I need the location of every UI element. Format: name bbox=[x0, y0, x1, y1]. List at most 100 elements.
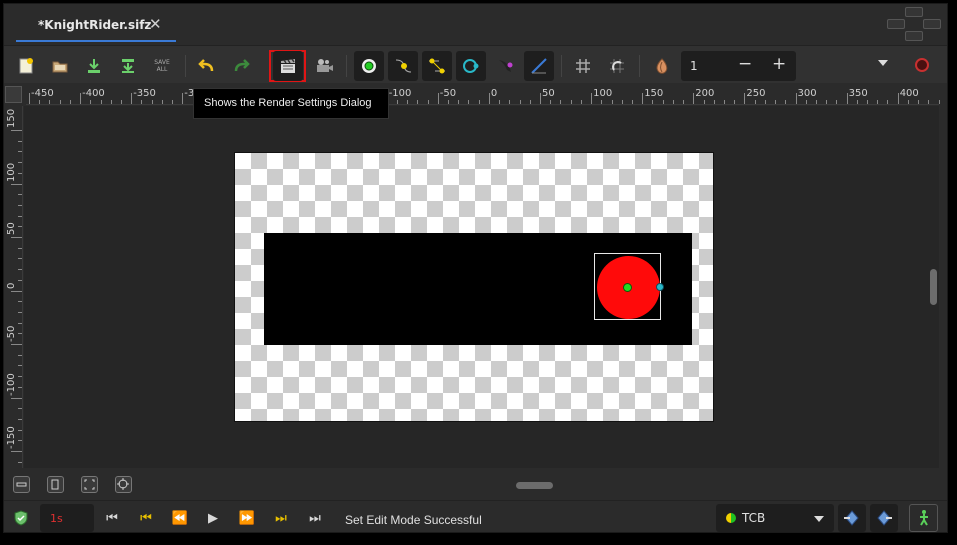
show-radius-handles-button[interactable] bbox=[456, 51, 486, 81]
ruler-minor-tick bbox=[560, 100, 562, 104]
new-file-button[interactable] bbox=[11, 51, 41, 81]
save-icon bbox=[88, 59, 100, 73]
current-time-value[interactable]: 1s bbox=[50, 512, 63, 525]
ruler-minor-tick bbox=[18, 418, 22, 420]
circle-radius-handle[interactable] bbox=[656, 283, 664, 291]
ruler-minor-tick bbox=[672, 100, 674, 104]
current-time-field[interactable]: 1s bbox=[40, 504, 94, 532]
open-file-button[interactable] bbox=[45, 51, 75, 81]
toolbar-separator bbox=[185, 55, 186, 77]
onion-skin-button[interactable] bbox=[647, 51, 677, 81]
seek-prev-frame-button[interactable]: ⏪ bbox=[170, 509, 190, 527]
tangent-handle-icon bbox=[429, 58, 445, 74]
horizontal-scrollbar[interactable] bbox=[516, 482, 553, 489]
ruler-label: 200 bbox=[695, 88, 715, 99]
show-angle-handles-button[interactable] bbox=[524, 51, 554, 81]
save-button[interactable] bbox=[79, 51, 109, 81]
document-tab[interactable]: *KnightRider.sifz ✕ bbox=[16, 10, 176, 42]
undo-icon bbox=[198, 59, 214, 72]
ruler-major-tick bbox=[846, 93, 848, 104]
undo-button[interactable] bbox=[192, 51, 222, 81]
panel-layout-icon[interactable] bbox=[905, 7, 923, 17]
ruler-minor-tick bbox=[601, 100, 603, 104]
show-tangent-handles-button[interactable] bbox=[422, 51, 452, 81]
ruler-label: -50 bbox=[6, 325, 17, 342]
tooltip-text: Shows the Render Settings Dialog bbox=[204, 97, 372, 109]
seek-end-button[interactable]: ⏭ bbox=[305, 509, 325, 527]
interpolation-dropdown[interactable]: TCB bbox=[716, 504, 834, 532]
close-icon[interactable]: ✕ bbox=[149, 15, 162, 33]
ruler-minor-tick bbox=[18, 301, 22, 303]
ruler-label: 150 bbox=[644, 88, 664, 99]
ruler-minor-tick bbox=[938, 100, 940, 104]
panel-layout-icon[interactable] bbox=[887, 19, 905, 29]
ruler-minor-tick bbox=[18, 354, 22, 356]
toggle-snap-button[interactable] bbox=[602, 51, 632, 81]
ruler-major-tick bbox=[540, 93, 541, 104]
record-icon[interactable] bbox=[915, 58, 929, 72]
ruler-major-tick bbox=[744, 93, 746, 104]
zoom-fit-button[interactable] bbox=[81, 476, 98, 493]
save-as-button[interactable] bbox=[113, 51, 143, 81]
increment-button[interactable]: + bbox=[772, 54, 786, 74]
past-keyframes-lock-button[interactable] bbox=[838, 504, 866, 532]
redo-button[interactable] bbox=[226, 51, 256, 81]
zoom-out-button[interactable] bbox=[13, 476, 30, 493]
animation-mode-button[interactable] bbox=[909, 504, 938, 532]
tooltip: Shows the Render Settings Dialog bbox=[193, 88, 389, 119]
grid-icon bbox=[576, 59, 590, 73]
save-all-label: SAVE ALL bbox=[154, 59, 170, 73]
ruler-major-tick bbox=[11, 344, 22, 345]
save-all-button[interactable]: SAVE ALL bbox=[147, 51, 177, 81]
ruler-minor-tick bbox=[683, 100, 685, 104]
ruler-minor-tick bbox=[815, 100, 817, 104]
ruler-minor-tick bbox=[652, 100, 654, 104]
future-keyframes-lock-button[interactable] bbox=[870, 504, 898, 532]
toolbar-overflow-chevron-down-icon[interactable] bbox=[878, 60, 888, 66]
ruler-minor-tick bbox=[407, 100, 409, 104]
preview-button[interactable] bbox=[309, 51, 339, 81]
ruler-minor-tick bbox=[621, 100, 623, 104]
toggle-ducks-shield-icon[interactable] bbox=[13, 510, 29, 530]
show-width-handles-button[interactable] bbox=[490, 51, 520, 81]
zoom-in-icon bbox=[51, 479, 59, 490]
onion-skin-spinbox[interactable]: 1 − + bbox=[681, 51, 796, 81]
seek-next-frame-button[interactable]: ⏩ bbox=[237, 509, 257, 527]
zoom-100-button[interactable] bbox=[115, 476, 132, 493]
ruler-minor-tick bbox=[417, 100, 419, 104]
ruler-minor-tick bbox=[785, 100, 787, 104]
ruler-corner[interactable] bbox=[5, 86, 22, 103]
ruler-minor-tick bbox=[18, 440, 22, 442]
show-vertex-handles-button[interactable] bbox=[388, 51, 418, 81]
canvas-workarea[interactable] bbox=[24, 106, 939, 468]
toggle-grid-button[interactable] bbox=[568, 51, 598, 81]
ruler-minor-tick bbox=[734, 100, 736, 104]
prev-keyframe-icon: ⏮ bbox=[140, 510, 152, 526]
panel-layout-icon[interactable] bbox=[905, 31, 923, 41]
ruler-minor-tick bbox=[18, 194, 22, 196]
circle-origin-handle[interactable] bbox=[623, 283, 632, 292]
seek-next-keyframe-button[interactable]: ⏭ bbox=[271, 509, 291, 527]
panel-layout-icon[interactable] bbox=[923, 19, 941, 29]
decrement-button[interactable]: − bbox=[738, 54, 752, 74]
ruler-minor-tick bbox=[396, 100, 398, 104]
render-settings-button[interactable] bbox=[273, 51, 303, 81]
spinbox-value[interactable]: 1 bbox=[690, 59, 698, 73]
ruler-minor-tick bbox=[120, 100, 122, 104]
ruler-label: -100 bbox=[6, 372, 17, 396]
status-message: Set Edit Mode Successful bbox=[345, 513, 482, 527]
ruler-minor-tick bbox=[90, 100, 92, 104]
canvas-stage[interactable] bbox=[234, 152, 714, 422]
ruler-minor-tick bbox=[570, 100, 572, 104]
ruler-major-tick bbox=[591, 93, 593, 104]
interpolation-tcb-icon bbox=[726, 513, 736, 523]
play-button[interactable]: ▶ bbox=[203, 509, 223, 527]
ruler-major-tick bbox=[693, 93, 695, 104]
vertical-scrollbar[interactable] bbox=[930, 269, 937, 305]
show-position-handles-button[interactable] bbox=[354, 51, 384, 81]
ruler-minor-tick bbox=[754, 100, 756, 104]
ruler-major-tick bbox=[795, 93, 797, 104]
zoom-in-button[interactable] bbox=[47, 476, 64, 493]
seek-begin-button[interactable]: ⏮ bbox=[102, 509, 122, 527]
seek-prev-keyframe-button[interactable]: ⏮ bbox=[136, 509, 156, 527]
